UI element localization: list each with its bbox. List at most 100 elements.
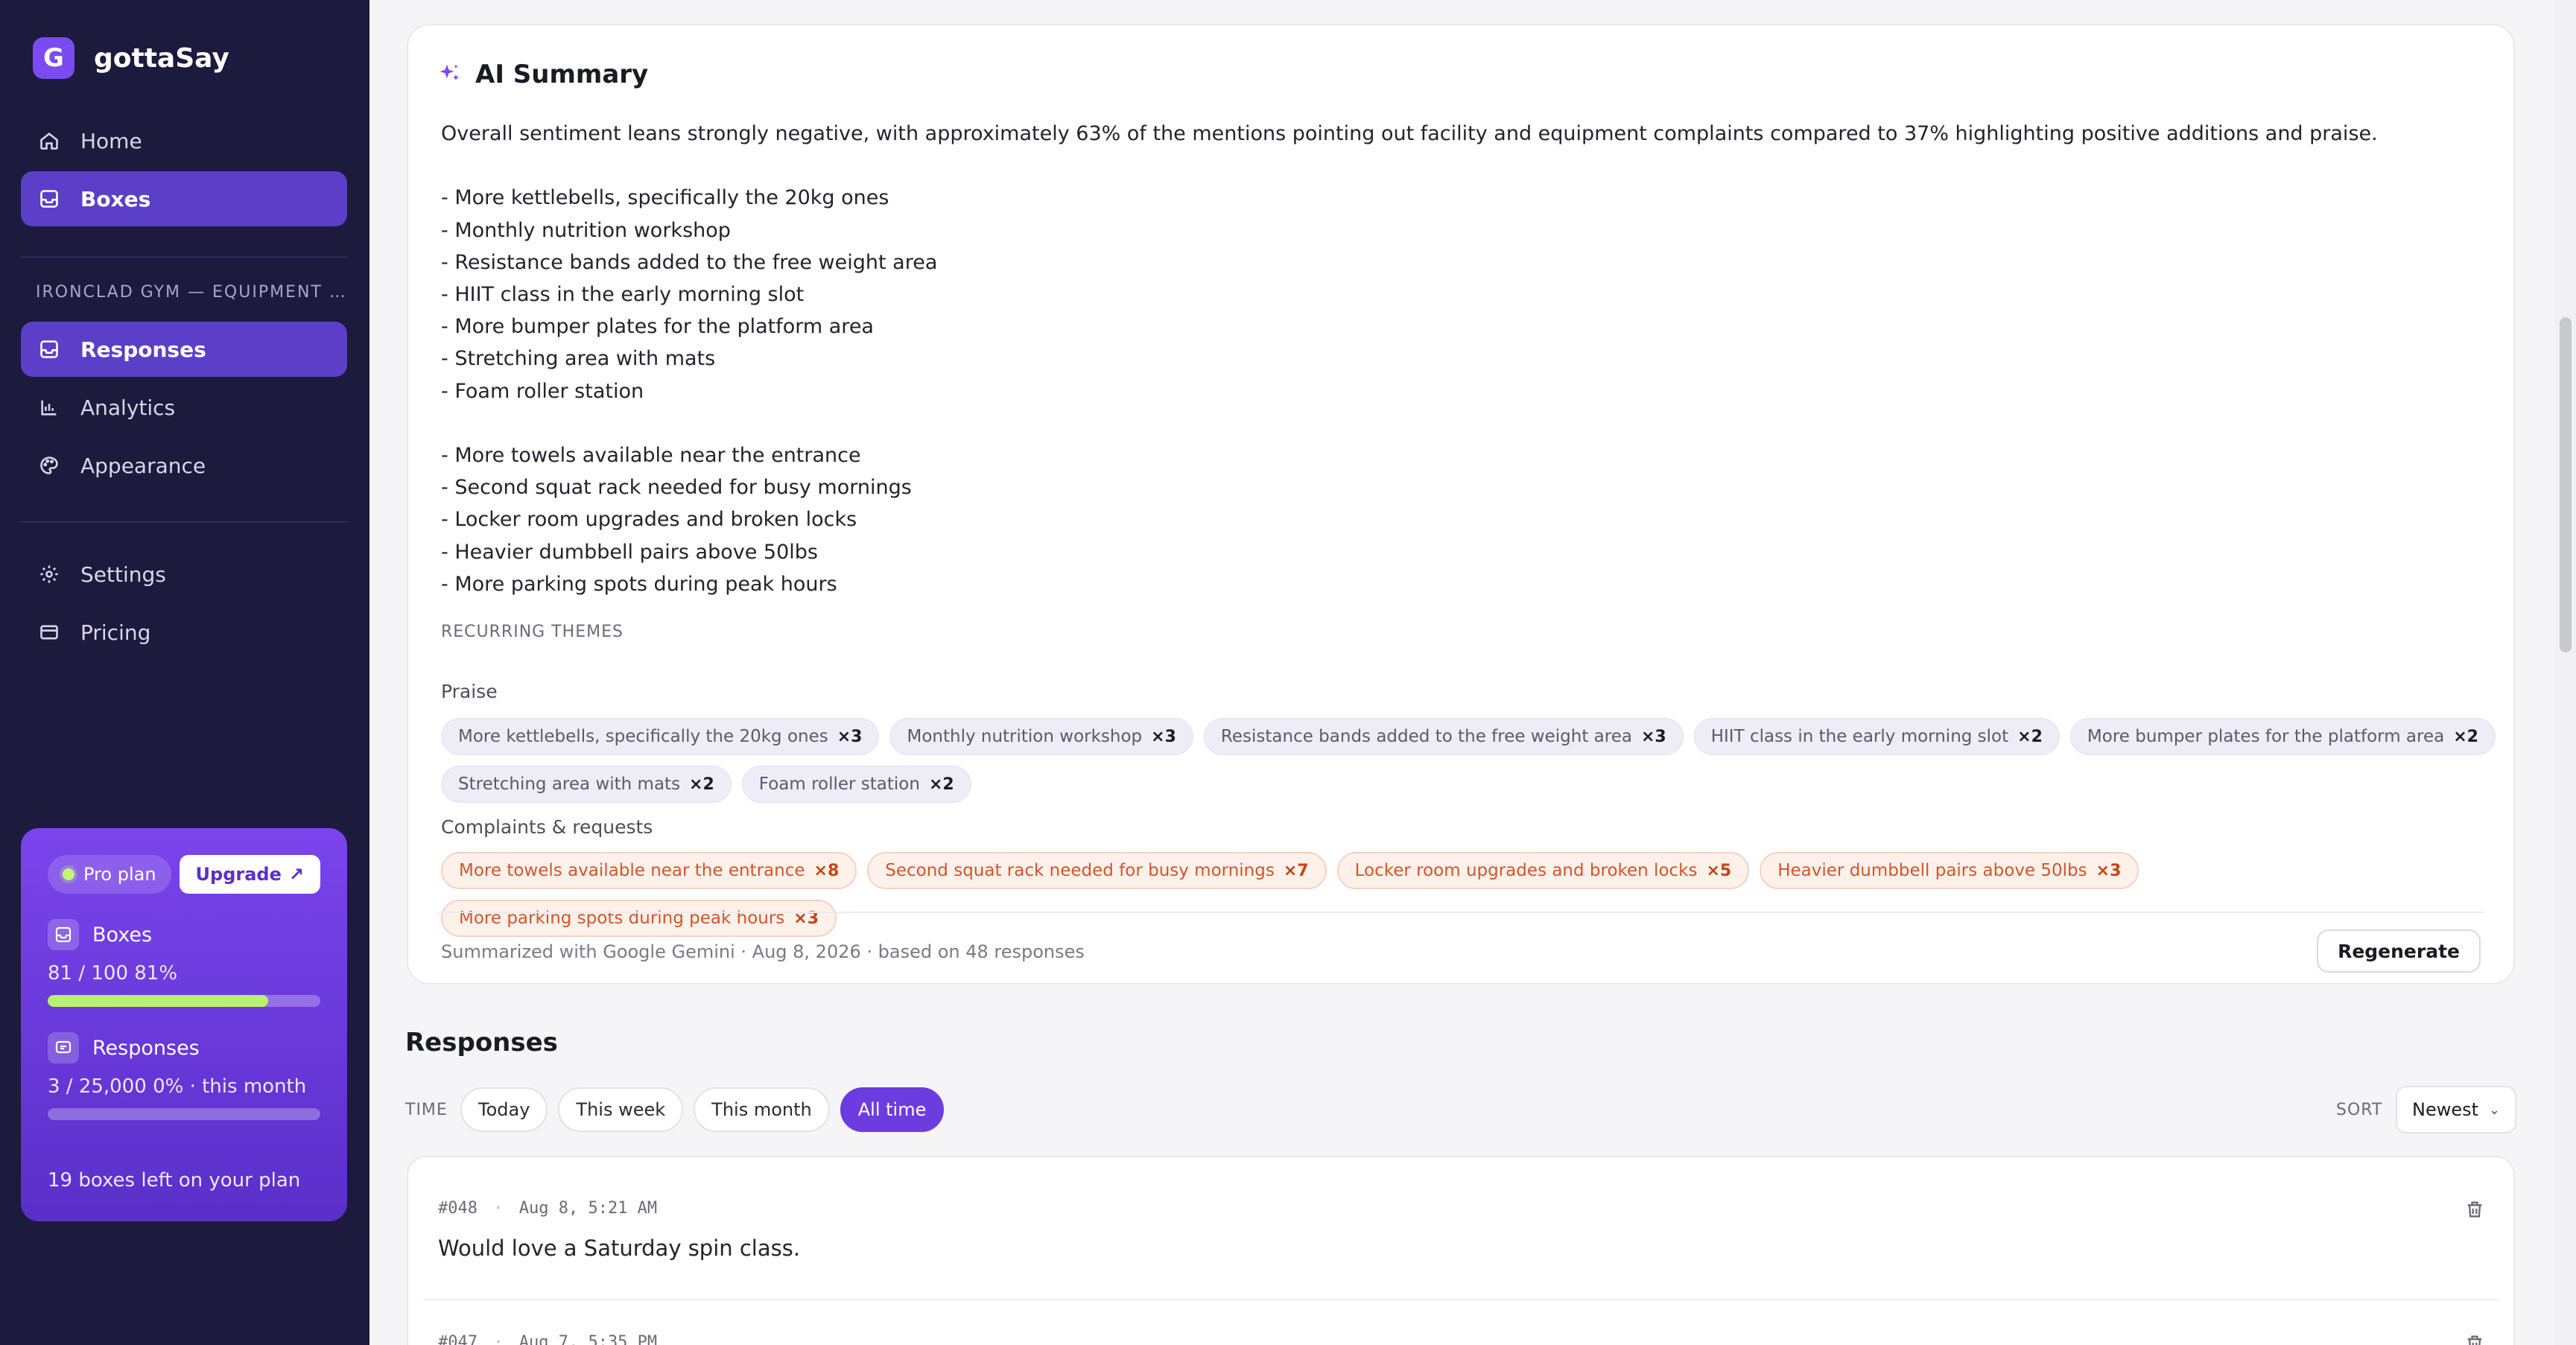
message-icon bbox=[48, 1032, 79, 1063]
response-text: Would love a Saturday spin class. bbox=[438, 1236, 801, 1261]
ai-summary-text: Overall sentiment leans strongly negativ… bbox=[441, 122, 2378, 596]
chart-icon bbox=[41, 400, 57, 416]
praise-chips: More kettlebells, specifically the 20kg … bbox=[441, 718, 2497, 803]
response-date: Aug 7, 5:35 PM bbox=[518, 1333, 658, 1345]
status-dot-icon bbox=[63, 868, 74, 880]
theme-chip[interactable]: More towels available near the entrance ×… bbox=[441, 852, 857, 889]
response-date: Aug 8, 5:21 AM bbox=[518, 1199, 658, 1218]
theme-chip-count: ×2 bbox=[2453, 727, 2478, 746]
theme-chip-count: ×5 bbox=[1706, 861, 1732, 880]
sort-select[interactable]: Newest ⌄ bbox=[2396, 1086, 2516, 1133]
complaints-label: Complaints & requests bbox=[441, 816, 653, 838]
responses-usage: Responses 3 / 25,000 0% · this month bbox=[48, 1032, 320, 1120]
time-filter-all-time[interactable]: All time bbox=[840, 1087, 945, 1132]
main-content: AI Summary Overall sentiment leans stron… bbox=[369, 0, 2576, 1345]
brand[interactable]: G gottaSay bbox=[33, 37, 229, 79]
theme-chip-count: ×7 bbox=[1283, 861, 1309, 880]
complaint-chips: More towels available near the entrance ×… bbox=[441, 852, 2497, 937]
sidebar-item-home[interactable]: Home bbox=[21, 113, 347, 168]
responses-usage-label: Responses bbox=[92, 1036, 200, 1060]
card-divider bbox=[438, 912, 2484, 913]
sort-value: Newest bbox=[2412, 1099, 2479, 1120]
list-item[interactable]: #047 · Aug 7, 5:35 PM bbox=[438, 1333, 2494, 1345]
theme-chip[interactable]: More bumper plates for the platform area… bbox=[2069, 718, 2496, 755]
response-meta: #047 · Aug 7, 5:35 PM bbox=[438, 1333, 2494, 1345]
inbox-icon bbox=[48, 919, 79, 950]
brand-name: gottaSay bbox=[94, 42, 229, 74]
arrow-up-right-icon: ↗ bbox=[288, 864, 304, 885]
time-filter-label: TIME bbox=[405, 1101, 448, 1119]
plan-footer: 19 boxes left on your plan bbox=[48, 1169, 301, 1192]
sidebar-section-label: IRONCLAD GYM — EQUIPMENT … bbox=[36, 283, 347, 302]
sidebar-item-label: Pricing bbox=[80, 620, 151, 645]
list-item[interactable]: #048 · Aug 8, 5:21 AM Would love a Satur… bbox=[438, 1199, 2494, 1261]
sidebar-item-label: Boxes bbox=[80, 186, 151, 212]
boxes-progress-fill bbox=[48, 995, 269, 1007]
responses-usage-value: 3 / 25,000 0% · this month bbox=[48, 1075, 307, 1098]
ai-summary-heading: AI Summary bbox=[475, 60, 649, 89]
theme-chip[interactable]: Foam roller station ×2 bbox=[741, 766, 971, 803]
boxes-usage-label: Boxes bbox=[92, 923, 153, 947]
sidebar-item-label: Analytics bbox=[80, 395, 176, 420]
scrollbar-thumb[interactable] bbox=[2560, 317, 2572, 652]
palette-icon bbox=[40, 457, 58, 474]
theme-chip[interactable]: More parking spots during peak hours ×3 bbox=[441, 900, 837, 937]
response-meta: #048 · Aug 8, 5:21 AM bbox=[438, 1199, 2494, 1218]
theme-chip-label: More kettlebells, specifically the 20kg … bbox=[458, 727, 828, 746]
meta-separator: · bbox=[493, 1199, 504, 1218]
theme-chip-label: Locker room upgrades and broken locks bbox=[1354, 861, 1698, 880]
meta-separator: · bbox=[493, 1333, 504, 1345]
ai-summary-card: AI Summary Overall sentiment leans stron… bbox=[407, 24, 2515, 985]
sidebar-item-pricing[interactable]: Pricing bbox=[21, 605, 347, 660]
regenerate-button[interactable]: Regenerate bbox=[2317, 929, 2481, 973]
time-filter-this-month[interactable]: This month bbox=[694, 1087, 830, 1132]
time-filter-this-week[interactable]: This week bbox=[558, 1087, 684, 1132]
trash-icon[interactable] bbox=[2464, 1333, 2485, 1345]
sidebar: G gottaSay Home Boxes IRONCLAD GYM — EQU… bbox=[0, 0, 369, 1345]
trash-icon[interactable] bbox=[2464, 1199, 2485, 1220]
sidebar-item-boxes[interactable]: Boxes bbox=[21, 171, 347, 226]
gear-icon bbox=[40, 565, 58, 583]
theme-chip-count: ×8 bbox=[813, 861, 840, 880]
theme-chip[interactable]: HIIT class in the early morning slot ×2 bbox=[1693, 718, 2060, 755]
sidebar-divider bbox=[21, 256, 347, 258]
scrollbar[interactable] bbox=[2555, 0, 2576, 1345]
theme-chip[interactable]: More kettlebells, specifically the 20kg … bbox=[441, 718, 880, 755]
theme-chip[interactable]: Second squat rack needed for busy mornin… bbox=[867, 852, 1327, 889]
theme-chip[interactable]: Monthly nutrition workshop ×3 bbox=[889, 718, 1193, 755]
theme-chip[interactable]: Stretching area with mats ×2 bbox=[441, 766, 732, 803]
sidebar-item-responses[interactable]: Responses bbox=[21, 322, 347, 377]
praise-label: Praise bbox=[441, 681, 498, 702]
theme-chip[interactable]: Resistance bands added to the free weigh… bbox=[1203, 718, 1684, 755]
plan-card: Pro plan Upgrade ↗ Boxes 81 / 100 81% Re… bbox=[21, 828, 347, 1221]
plan-badge: Pro plan bbox=[48, 855, 171, 894]
theme-chip-label: Foam roller station bbox=[758, 775, 920, 794]
sparkle-icon bbox=[440, 64, 459, 80]
sidebar-item-label: Settings bbox=[80, 562, 166, 587]
theme-chip-count: ×2 bbox=[689, 775, 714, 794]
boxes-progress-bar bbox=[48, 995, 320, 1007]
sidebar-item-appearance[interactable]: Appearance bbox=[21, 438, 347, 493]
recurring-themes-label: RECURRING THEMES bbox=[441, 623, 624, 641]
theme-chip-label: More bumper plates for the platform area bbox=[2087, 727, 2445, 746]
sidebar-item-settings[interactable]: Settings bbox=[21, 547, 347, 602]
sidebar-item-analytics[interactable]: Analytics bbox=[21, 380, 347, 435]
row-divider bbox=[423, 1299, 2499, 1300]
upgrade-label: Upgrade bbox=[195, 864, 282, 885]
chevron-down-icon: ⌄ bbox=[2489, 1101, 2501, 1118]
theme-chip-count: ×3 bbox=[2096, 861, 2122, 880]
theme-chip[interactable]: Heavier dumbbell pairs above 50lbs ×3 bbox=[1760, 852, 2139, 889]
sidebar-item-label: Responses bbox=[80, 337, 206, 362]
time-filter-today[interactable]: Today bbox=[460, 1087, 548, 1132]
home-icon bbox=[40, 133, 58, 150]
theme-chip-label: More towels available near the entrance bbox=[459, 861, 805, 880]
theme-chip-count: ×2 bbox=[928, 775, 954, 794]
theme-chip-count: ×2 bbox=[2017, 727, 2043, 746]
responses-progress-bar bbox=[48, 1108, 320, 1120]
ai-summary-title: AI Summary bbox=[438, 60, 648, 89]
upgrade-button[interactable]: Upgrade ↗ bbox=[179, 855, 320, 894]
theme-chip[interactable]: Locker room upgrades and broken locks ×5 bbox=[1336, 852, 1750, 889]
brand-logo-icon: G bbox=[33, 37, 74, 79]
inbox-icon bbox=[40, 340, 58, 358]
response-id: #047 bbox=[438, 1333, 478, 1345]
